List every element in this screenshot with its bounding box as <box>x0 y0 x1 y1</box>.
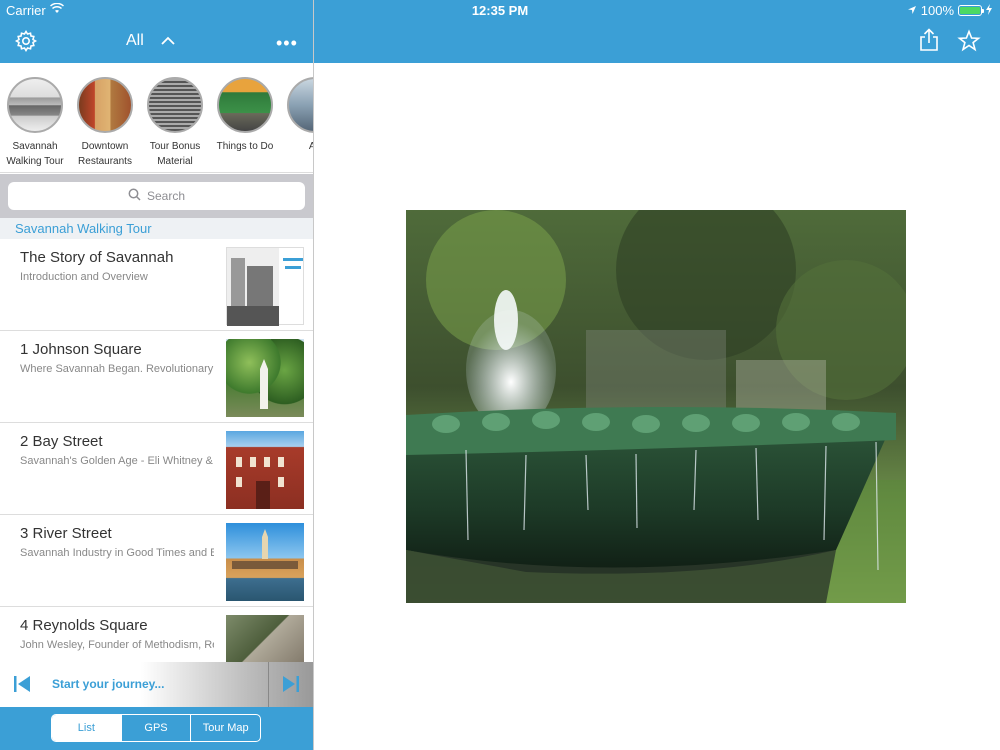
category-things-to-do[interactable]: Things to Do <box>210 77 280 154</box>
category-thumbnail <box>77 77 133 133</box>
category-label: Things to Do <box>216 141 274 152</box>
split-divider <box>313 0 314 750</box>
segment-tour-map[interactable]: Tour Map <box>190 715 260 741</box>
category-label: Downtown Restaurants <box>78 141 132 167</box>
category-thumbnail <box>217 77 273 133</box>
gear-icon[interactable] <box>14 29 38 53</box>
category-savannah-walking-tour[interactable]: Savannah Walking Tour <box>0 77 70 169</box>
battery-percent: 100% <box>920 3 954 18</box>
item-thumbnail <box>226 431 304 509</box>
item-thumbnail <box>226 339 304 417</box>
category-carousel[interactable]: Savannah Walking Tour Downtown Restauran… <box>0 63 313 173</box>
item-title: 1 Johnson Square <box>20 341 142 358</box>
item-subtitle: Savannah Industry in Good Times and Bad … <box>20 547 214 559</box>
item-subtitle: Savannah's Golden Age - Eli Whitney & Th… <box>20 455 214 467</box>
item-subtitle: Introduction and Overview <box>20 271 148 283</box>
item-subtitle: John Wesley, Founder of Methodism, Revo <box>20 639 214 651</box>
category-tour-bonus-material[interactable]: Tour Bonus Material <box>140 77 210 169</box>
bottom-toolbar: List GPS Tour Map <box>0 707 313 750</box>
category-label: Savannah Walking Tour <box>6 141 64 167</box>
item-title: The Story of Savannah <box>20 249 174 266</box>
start-journey-button[interactable]: Start your journey... <box>52 677 164 691</box>
more-button[interactable]: ••• <box>276 33 298 54</box>
list-item[interactable]: 3 River Street Savannah Industry in Good… <box>0 515 313 607</box>
detail-photo <box>406 210 906 603</box>
category-downtown-restaurants[interactable]: Downtown Restaurants <box>70 77 140 169</box>
category-label: Ab <box>309 141 313 152</box>
search-input[interactable]: Search <box>8 182 305 210</box>
search-placeholder: Search <box>146 189 186 203</box>
section-header: Savannah Walking Tour <box>0 218 313 239</box>
item-title: 2 Bay Street <box>20 433 103 450</box>
tour-player: Start your journey... <box>0 662 313 707</box>
list-item[interactable]: 4 Reynolds Square John Wesley, Founder o… <box>0 607 313 662</box>
category-label: Tour Bonus Material <box>149 141 201 167</box>
segment-gps[interactable]: GPS <box>120 715 191 741</box>
search-icon <box>128 188 141 204</box>
item-subtitle: Where Savannah Began. Revolutionary Gen <box>20 363 214 375</box>
segment-list[interactable]: List <box>52 715 121 741</box>
item-thumbnail <box>226 523 304 601</box>
item-thumbnail <box>226 615 304 662</box>
search-bar: Search <box>0 174 313 218</box>
status-bar: Carrier 12:35 PM 100% <box>0 0 1000 22</box>
list-item[interactable]: 1 Johnson Square Where Savannah Began. R… <box>0 331 313 423</box>
item-thumbnail <box>226 247 304 326</box>
category-thumbnail <box>147 77 203 133</box>
item-title: 3 River Street <box>20 525 112 542</box>
charging-icon <box>986 3 992 18</box>
category-thumbnail <box>287 77 313 133</box>
star-icon[interactable] <box>957 29 981 53</box>
battery-icon <box>958 5 984 16</box>
share-icon[interactable] <box>918 28 940 52</box>
tour-stop-list[interactable]: The Story of Savannah Introduction and O… <box>0 239 313 662</box>
category-thumbnail <box>7 77 63 133</box>
filter-title[interactable]: All <box>126 32 144 50</box>
location-arrow-icon <box>907 3 917 18</box>
chevron-up-icon[interactable] <box>160 34 176 48</box>
list-item[interactable]: 2 Bay Street Savannah's Golden Age - Eli… <box>0 423 313 515</box>
list-item[interactable]: The Story of Savannah Introduction and O… <box>0 239 313 331</box>
clock: 12:35 PM <box>471 3 529 18</box>
skip-previous-icon[interactable] <box>12 674 32 694</box>
player-divider <box>268 662 269 707</box>
view-mode-segmented-control[interactable]: List GPS Tour Map <box>51 714 261 742</box>
skip-next-icon[interactable] <box>281 674 301 694</box>
item-title: 4 Reynolds Square <box>20 617 148 634</box>
category-about[interactable]: Ab <box>280 77 313 154</box>
